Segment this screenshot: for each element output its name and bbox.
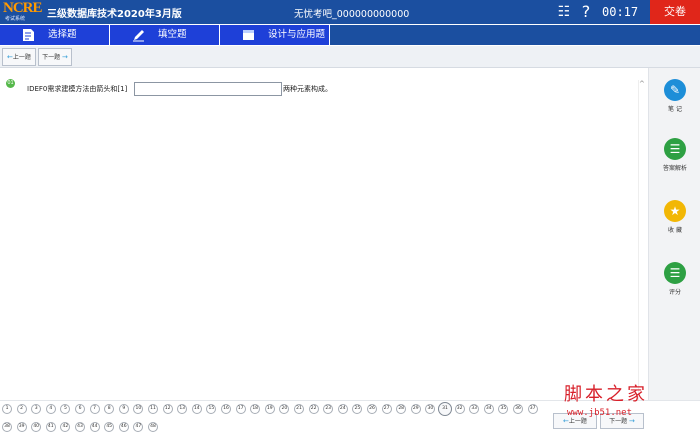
list-check-icon[interactable]: ☷ — [556, 3, 572, 21]
question-number-16[interactable]: 16 — [221, 404, 231, 414]
examinee-id: 无忧考吧_000000000000 — [294, 9, 410, 20]
next-bottom-label: 下一题 — [609, 418, 628, 425]
question-number-35[interactable]: 35 — [498, 404, 509, 414]
tool-sidebar: ✎ 笔 记 ☰ 答案解析 ★ 收 藏 ☰ 评分 — [648, 68, 700, 401]
question-number-47[interactable]: 47 — [133, 422, 144, 432]
question-number-40[interactable]: 40 — [31, 422, 42, 432]
question-text-tail: 两种元素构成。 — [283, 85, 332, 93]
question-number-28[interactable]: 28 — [396, 404, 407, 414]
question-text: IDEF0需求建模方法由箭头和[1] — [27, 85, 128, 93]
prev-bottom-label: 上一题 — [568, 418, 587, 425]
question-area: 01 IDEF0需求建模方法由箭头和[1] 两种元素构成。 — [0, 69, 648, 399]
tab-bar-fill — [330, 25, 700, 45]
question-number-5[interactable]: 5 — [60, 404, 71, 414]
question-number-badge: 01 — [6, 79, 15, 88]
question-number-15[interactable]: 15 — [206, 404, 217, 414]
question-number-23[interactable]: 23 — [323, 404, 334, 414]
question-number-48[interactable]: 48 — [148, 422, 158, 432]
question-number-37[interactable]: 37 — [527, 404, 538, 414]
question-number-46[interactable]: 46 — [118, 422, 129, 432]
tab-fill-blank[interactable]: 填空题 — [110, 25, 219, 45]
tab-design-label: 设计与应用题 — [268, 29, 326, 40]
answer-input[interactable] — [134, 82, 282, 96]
question-number-6[interactable]: 6 — [75, 404, 85, 414]
question-number-22[interactable]: 22 — [308, 404, 319, 414]
question-number-33[interactable]: 33 — [469, 404, 480, 414]
watermark-url: www.jb51.net — [567, 408, 633, 418]
question-number-27[interactable]: 27 — [381, 404, 392, 414]
question-toolbar: ←上一题 下一题 → — [0, 46, 700, 68]
question-number-4[interactable]: 4 — [45, 404, 56, 414]
question-number-7[interactable]: 7 — [89, 404, 100, 414]
question-number-13[interactable]: 13 — [177, 404, 188, 414]
question-number-14[interactable]: 14 — [191, 404, 202, 414]
question-number-17[interactable]: 17 — [235, 404, 246, 414]
question-number-21[interactable]: 21 — [294, 404, 304, 414]
question-number-12[interactable]: 12 — [162, 404, 173, 414]
help-icon[interactable]: ? — [579, 3, 593, 21]
question-number-36[interactable]: 36 — [513, 404, 523, 414]
question-number-11[interactable]: 11 — [148, 404, 158, 414]
arrow-right-icon: → — [629, 417, 635, 425]
question-number-44[interactable]: 44 — [89, 422, 100, 432]
question-number-41[interactable]: 41 — [45, 422, 56, 432]
ncre-logo: NCRE 考试系统 — [3, 0, 43, 23]
arrow-right-icon: → — [62, 53, 68, 61]
question-number-25[interactable]: 25 — [352, 404, 363, 414]
tab-choice[interactable]: 选择题 — [0, 25, 109, 45]
vertical-scrollbar[interactable] — [638, 80, 647, 400]
countdown-timer: 00:17 — [602, 5, 639, 19]
question-number-31[interactable]: 31 — [438, 402, 452, 416]
tab-design[interactable]: 设计与应用题 — [220, 25, 329, 45]
prev-label: 上一题 — [12, 54, 31, 61]
question-number-45[interactable]: 45 — [104, 422, 115, 432]
question-number-9[interactable]: 9 — [118, 404, 129, 414]
next-label: 下一题 — [42, 54, 61, 61]
question-number-2[interactable]: 2 — [16, 404, 27, 414]
score-sheet-icon: ☰ — [664, 262, 686, 284]
prev-question-button[interactable]: ←上一题 — [2, 48, 36, 66]
favorite-label: 收 藏 — [668, 227, 682, 234]
scroll-up-icon[interactable]: ^ — [639, 80, 645, 88]
favorite-button[interactable]: ★ 收 藏 — [649, 200, 700, 234]
question-number-10[interactable]: 10 — [133, 404, 144, 414]
question-number-39[interactable]: 39 — [16, 422, 27, 432]
next-question-button[interactable]: 下一题 → — [38, 48, 72, 66]
question-type-tabs: 选择题 填空题 设计与应用题 — [0, 24, 700, 46]
window-icon — [243, 30, 254, 40]
document-list-icon: ☰ — [664, 138, 686, 160]
question-number-24[interactable]: 24 — [337, 404, 348, 414]
question-number-42[interactable]: 42 — [60, 422, 71, 432]
score-button[interactable]: ☰ 评分 — [649, 262, 700, 296]
question-number-34[interactable]: 34 — [483, 404, 494, 414]
question-number-32[interactable]: 32 — [454, 404, 465, 414]
pencil-note-icon: ✎ — [664, 79, 686, 101]
tab-choice-label: 选择题 — [48, 29, 77, 40]
question-number-3[interactable]: 3 — [31, 404, 42, 414]
question-number-1[interactable]: 1 — [2, 404, 12, 414]
document-icon — [23, 29, 34, 41]
question-number-8[interactable]: 8 — [104, 404, 115, 414]
watermark-text: 脚本之家 — [564, 384, 648, 405]
analysis-label: 答案解析 — [662, 165, 687, 172]
star-icon: ★ — [664, 200, 686, 222]
logo-subtext: 考试系统 — [5, 16, 26, 22]
submit-exam-button[interactable]: 交卷 — [650, 0, 700, 24]
note-button[interactable]: ✎ 笔 记 — [649, 79, 700, 113]
note-label: 笔 记 — [668, 106, 682, 113]
answer-analysis-button[interactable]: ☰ 答案解析 — [649, 138, 700, 172]
score-label: 评分 — [668, 289, 681, 296]
pencil-icon — [133, 30, 144, 42]
question-number-19[interactable]: 19 — [264, 404, 275, 414]
title-bar: NCRE 考试系统 三级数据库技术2020年3月版 无忧考吧_000000000… — [0, 0, 700, 24]
tab-fill-blank-label: 填空题 — [158, 29, 187, 40]
question-number-30[interactable]: 30 — [425, 404, 436, 414]
question-number-43[interactable]: 43 — [75, 422, 85, 432]
question-number-26[interactable]: 26 — [367, 404, 377, 414]
question-number-18[interactable]: 18 — [250, 404, 261, 414]
question-number-29[interactable]: 29 — [410, 404, 421, 414]
question-number-38[interactable]: 38 — [2, 422, 12, 432]
exam-title: 三级数据库技术2020年3月版 — [47, 9, 182, 20]
question-number-20[interactable]: 20 — [279, 404, 290, 414]
